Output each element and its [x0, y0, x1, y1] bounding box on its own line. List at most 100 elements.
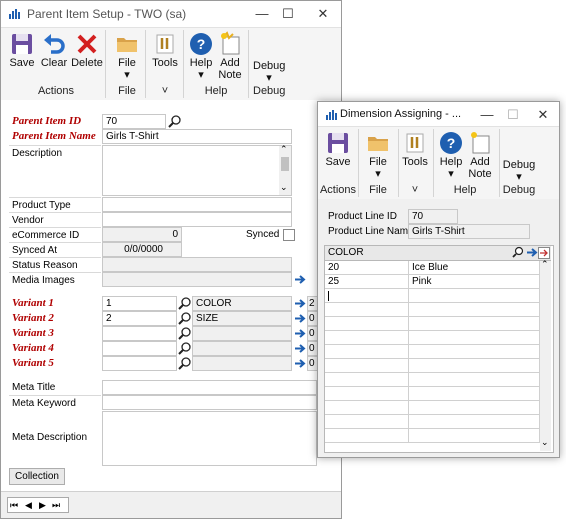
- grid-cell-code[interactable]: [325, 373, 409, 387]
- add-note-button[interactable]: Add Note: [215, 31, 245, 81]
- previous-record-icon[interactable]: ◀: [25, 498, 32, 512]
- add-note-button[interactable]: Add Note: [465, 130, 495, 180]
- product-line-name-label: Product Line Name: [328, 226, 414, 237]
- grid-cell-name: [409, 331, 540, 345]
- maximize-icon[interactable]: ☐: [502, 106, 524, 124]
- meta-keyword-field[interactable]: [102, 395, 317, 410]
- close-icon[interactable]: ✕: [312, 5, 334, 23]
- tools-button[interactable]: Tools: [400, 130, 430, 168]
- group-actions-label: Actions: [319, 184, 357, 196]
- meta-keyword-label: Meta Keyword: [9, 395, 101, 410]
- grid-cell-code[interactable]: [325, 415, 409, 429]
- scrollbar[interactable]: ⌃ ⌄: [540, 259, 551, 451]
- parent-item-lookup-button[interactable]: [167, 114, 183, 129]
- magnifier-icon[interactable]: [511, 246, 525, 259]
- grid-cell-code[interactable]: [325, 289, 409, 303]
- ecommerce-id-label: eCommerce ID: [9, 227, 101, 242]
- maximize-icon[interactable]: ☐: [277, 5, 299, 23]
- vendor-label: Vendor: [9, 212, 101, 227]
- dimension-assigning-window: Dimension Assigning - ... — ☐ ✕ Save Fil…: [317, 101, 560, 458]
- help-icon: ?: [190, 33, 212, 55]
- grid-cell-name: [409, 317, 540, 331]
- save-button[interactable]: Save: [7, 31, 37, 69]
- file-button[interactable]: File ▾: [363, 130, 393, 180]
- first-record-icon[interactable]: ⏮: [10, 498, 18, 512]
- meta-title-field[interactable]: [102, 380, 317, 395]
- grid-cell-code[interactable]: [325, 317, 409, 331]
- status-reason-field: [102, 257, 292, 272]
- variant-row: Variant 50: [1, 356, 341, 371]
- grid-cell-code[interactable]: [325, 331, 409, 345]
- media-images-label: Media Images: [9, 272, 101, 287]
- variant-lookup-button[interactable]: [177, 341, 192, 356]
- variant-value-field[interactable]: [102, 326, 177, 341]
- tools-button[interactable]: Tools: [150, 31, 180, 69]
- variant-lookup-button[interactable]: [177, 356, 192, 371]
- variant-value-field[interactable]: 1: [102, 296, 177, 311]
- description-textarea[interactable]: ⌃ ⌄: [102, 144, 292, 196]
- variant-lookup-button[interactable]: [177, 311, 192, 326]
- close-icon[interactable]: ✕: [532, 106, 554, 124]
- group-debug-label: Debug: [253, 85, 286, 97]
- variant-expand-button[interactable]: [293, 342, 307, 355]
- grid-cell-code[interactable]: [325, 359, 409, 373]
- parent-item-name-field[interactable]: Girls T-Shirt: [102, 129, 292, 144]
- divider: [105, 30, 106, 98]
- grid-cell-code[interactable]: [325, 345, 409, 359]
- grid-cell-code[interactable]: 20: [325, 261, 409, 275]
- title-bar: Parent Item Setup - TWO (sa) — ☐ ✕: [1, 1, 341, 27]
- folder-icon: [117, 38, 137, 52]
- expand-icon[interactable]: [538, 247, 550, 259]
- grid-cell-code[interactable]: [325, 387, 409, 401]
- minimize-icon[interactable]: —: [251, 5, 273, 23]
- debug-button[interactable]: Debug ▾: [502, 159, 536, 183]
- help-button[interactable]: ? Help ▾: [187, 31, 215, 81]
- window-title: Parent Item Setup - TWO (sa): [27, 7, 187, 21]
- clear-button[interactable]: Clear: [39, 31, 69, 69]
- grid-cell-code[interactable]: [325, 401, 409, 415]
- delete-button[interactable]: Delete: [71, 31, 103, 69]
- variant-value-field[interactable]: 2: [102, 311, 177, 326]
- vendor-field[interactable]: [102, 212, 292, 227]
- scrollbar[interactable]: ⌃ ⌄: [279, 144, 291, 195]
- variant-row: Variant 40: [1, 341, 341, 356]
- ribbon: Save File ▾ Tools ? Help ▾ Add Note Debu…: [318, 126, 559, 200]
- grid-cell-code[interactable]: [325, 303, 409, 317]
- chevron-up-icon[interactable]: ⌃: [541, 259, 549, 270]
- last-record-icon[interactable]: ⏭: [52, 498, 60, 512]
- chevron-down-icon: ▾: [266, 72, 272, 84]
- save-button[interactable]: Save: [323, 130, 353, 168]
- next-record-icon[interactable]: ▶: [39, 498, 46, 512]
- file-button[interactable]: File ▾: [111, 31, 143, 81]
- variant-lookup-button[interactable]: [177, 326, 192, 341]
- chevron-down-icon: ▾: [516, 171, 522, 183]
- variant-value-field[interactable]: [102, 341, 177, 356]
- variant-row: Variant 30: [1, 326, 341, 341]
- synced-checkbox[interactable]: [283, 229, 295, 241]
- variant-lookup-button[interactable]: [177, 296, 192, 311]
- variant-expand-button[interactable]: [293, 327, 307, 340]
- media-images-expand-button[interactable]: [293, 273, 307, 286]
- meta-description-textarea[interactable]: [102, 411, 317, 466]
- collection-button[interactable]: Collection: [9, 468, 65, 485]
- variant-value-field[interactable]: [102, 356, 177, 371]
- chevron-down-icon[interactable]: ⌄: [280, 182, 288, 193]
- variant-expand-button[interactable]: [293, 312, 307, 325]
- variant-expand-button[interactable]: [293, 297, 307, 310]
- variant-name-field: COLOR: [192, 296, 292, 311]
- chevron-up-icon[interactable]: ⌃: [280, 144, 288, 155]
- variant-name-field: SIZE: [192, 311, 292, 326]
- undo-icon: [44, 34, 65, 54]
- help-button[interactable]: ? Help ▾: [437, 130, 465, 180]
- scroll-thumb[interactable]: [281, 157, 289, 171]
- grid-cell-code[interactable]: [325, 429, 409, 443]
- debug-button[interactable]: Debug ▾: [253, 60, 285, 84]
- variant-expand-button[interactable]: [293, 357, 307, 370]
- magnifier-icon: [178, 342, 191, 355]
- arrow-right-icon[interactable]: [525, 246, 539, 259]
- minimize-icon[interactable]: —: [476, 106, 498, 124]
- grid-cell-code[interactable]: 25: [325, 275, 409, 289]
- parent-item-id-field[interactable]: 70: [102, 114, 166, 129]
- product-type-field[interactable]: [102, 197, 292, 212]
- chevron-down-icon[interactable]: ⌄: [541, 437, 549, 448]
